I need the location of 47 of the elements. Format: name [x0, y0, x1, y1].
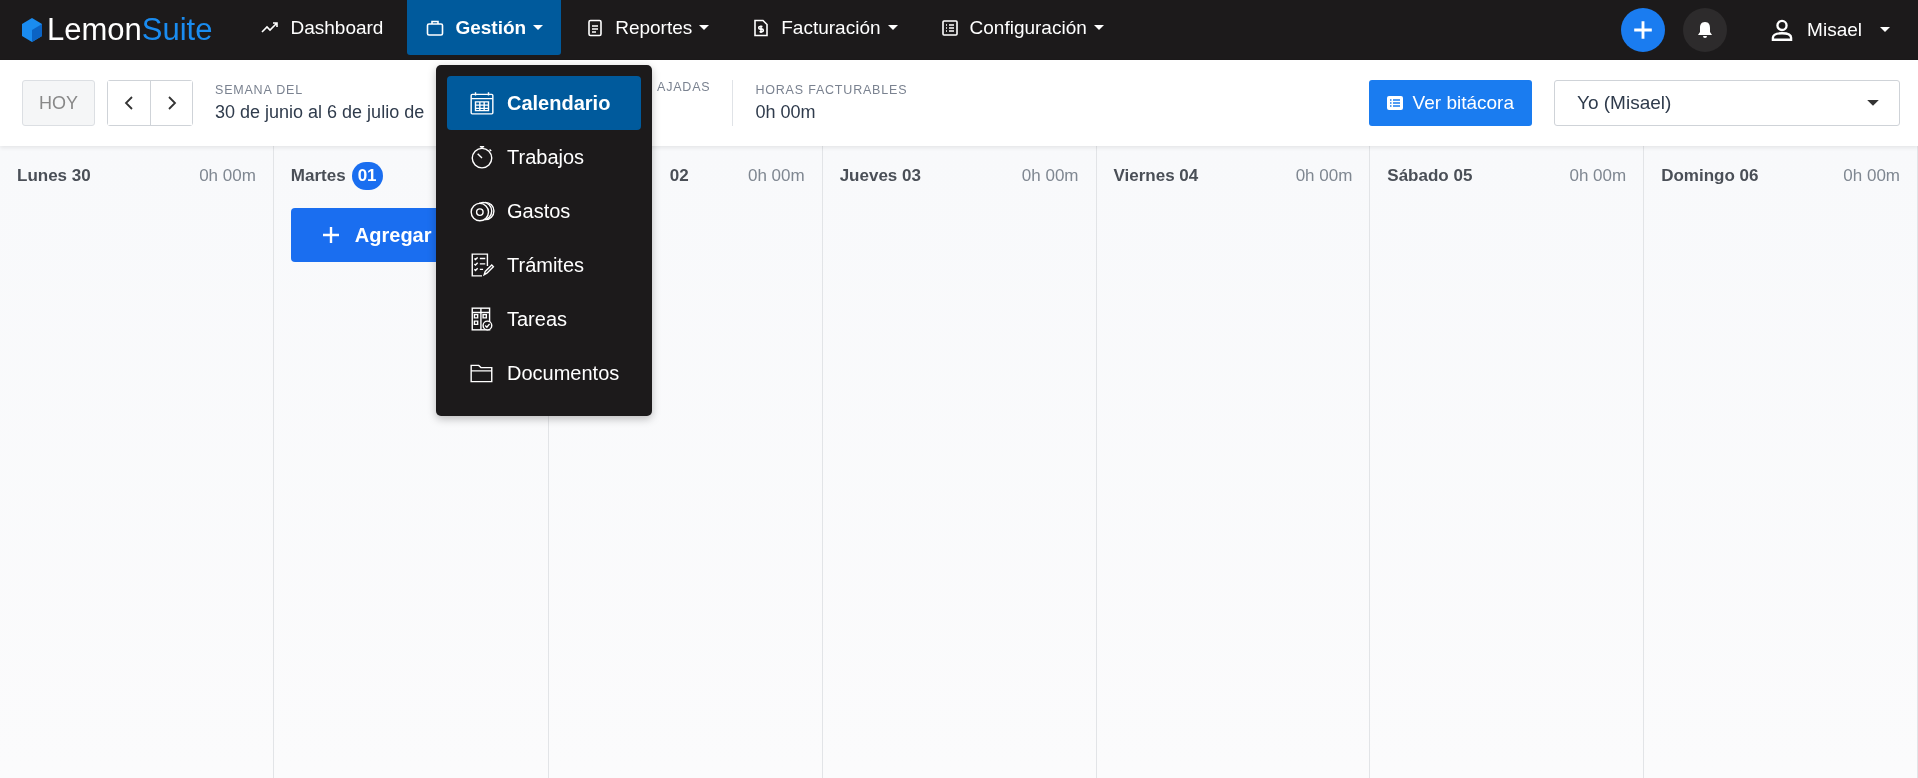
log-button[interactable]: Ver bitácora — [1368, 80, 1532, 126]
menu-item[interactable]: Calendario — [447, 76, 641, 130]
user-menu[interactable]: Misael — [1763, 16, 1896, 44]
day-hours: 0h 00m — [1843, 166, 1900, 186]
menu-item[interactable]: Documentos — [447, 346, 641, 400]
nav-menu-item[interactable]: Configuración — [921, 0, 1122, 55]
week-range: 30 de junio al 6 de julio de — [215, 102, 425, 123]
calendar-icon — [469, 90, 495, 116]
day-name: Jueves 03 — [839, 166, 921, 186]
date-badge: 01 — [351, 162, 383, 190]
stat-label: AJADAS — [657, 80, 711, 94]
day-hours: 0h 00m — [747, 166, 805, 186]
plus-icon — [320, 225, 341, 245]
day-name: 02 — [669, 166, 689, 186]
cube-icon — [20, 16, 44, 44]
nav-menu-item[interactable]: Dashboard — [242, 0, 402, 55]
chevron-right-icon — [166, 95, 177, 111]
add-button[interactable] — [1621, 8, 1666, 52]
stat-label: HORAS FACTURABLES — [755, 83, 908, 97]
chevron-left-icon — [124, 95, 134, 111]
stopwatch-icon — [469, 144, 495, 170]
checklist-icon — [469, 252, 495, 278]
menu-item[interactable]: Tareas — [447, 292, 641, 346]
day-hours: 0h 00m — [1569, 166, 1627, 186]
day-name: Lunes 30 — [17, 166, 91, 186]
user-select[interactable]: Yo (Misael) — [1554, 80, 1900, 126]
week-label: SEMANA DEL — [215, 83, 303, 97]
day-hours: 0h 00m — [1021, 166, 1079, 186]
day-name: Domingo 06 — [1661, 166, 1759, 186]
caret-icon — [1880, 27, 1890, 33]
notifications-button[interactable] — [1683, 8, 1728, 52]
day-hours: 0h 00m — [1295, 166, 1353, 186]
list-icon — [1386, 95, 1403, 111]
caret-icon — [1867, 99, 1879, 107]
nav-menu-item[interactable]: Reportes — [567, 0, 728, 55]
stat-value: 0h 00m — [755, 102, 816, 123]
plus-icon — [1632, 19, 1655, 41]
nav-menu-item[interactable]: Facturación — [733, 0, 916, 55]
day-name: Sábado 05 — [1387, 166, 1473, 186]
day-name: Viernes 04 — [1113, 166, 1199, 186]
menu-item[interactable]: Trabajos — [447, 130, 641, 184]
list-icon — [939, 17, 960, 38]
logo[interactable]: LemonSuite — [20, 12, 213, 48]
nav-menu-item[interactable]: Gestión — [407, 0, 562, 55]
board-icon — [469, 306, 495, 332]
day-hours: 0h 00m — [199, 166, 256, 186]
day-name: Martes — [290, 166, 346, 186]
